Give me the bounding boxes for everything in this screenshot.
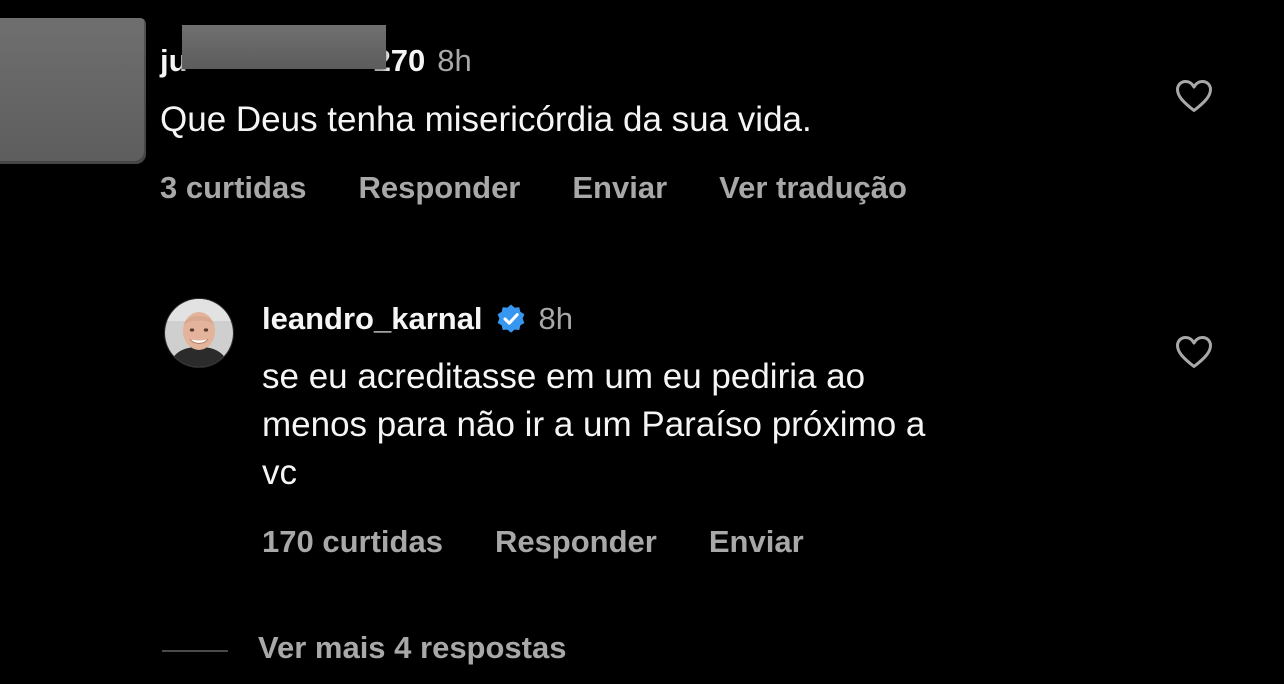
comment-reply-button[interactable]: Responder — [358, 170, 520, 206]
comment-likes-count[interactable]: 3 curtidas — [160, 170, 306, 206]
view-more-replies-button[interactable]: Ver mais 4 respostas — [258, 630, 566, 666]
reply-text: se eu acreditasse em um eu pediria ao me… — [262, 357, 926, 492]
reply-reply-button[interactable]: Responder — [495, 524, 657, 560]
comment-like-button[interactable] — [1175, 79, 1213, 118]
comment-actions: 3 curtidas Responder Enviar Ver tradução — [160, 166, 959, 210]
comment-text: Que Deus tenha misericórdia da sua vida. — [160, 100, 812, 139]
reply-actions: 170 curtidas Responder Enviar — [262, 520, 856, 564]
comment-send-button[interactable]: Enviar — [572, 170, 667, 206]
reply-timestamp: 8h — [538, 301, 574, 336]
redacted-avatar[interactable] — [0, 18, 146, 164]
comment-header: ju 270 8h — [160, 25, 472, 84]
view-more-divider — [162, 650, 228, 652]
reply-likes-count[interactable]: 170 curtidas — [262, 524, 443, 560]
reply-header: leandro_karnal 8h — [262, 296, 573, 342]
username-redaction-bar — [181, 25, 386, 69]
profile-photo-icon — [165, 299, 233, 367]
heart-outline-icon — [1176, 80, 1212, 112]
reply-send-button[interactable]: Enviar — [709, 524, 804, 560]
verified-badge-icon — [497, 304, 524, 333]
comment-translate-button[interactable]: Ver tradução — [719, 170, 907, 206]
reply-like-button[interactable] — [1175, 335, 1213, 374]
comment-timestamp: 8h — [437, 43, 472, 78]
reply-username[interactable]: leandro_karnal — [262, 301, 483, 337]
heart-outline-icon — [1176, 336, 1212, 368]
reply-avatar[interactable] — [164, 298, 234, 368]
